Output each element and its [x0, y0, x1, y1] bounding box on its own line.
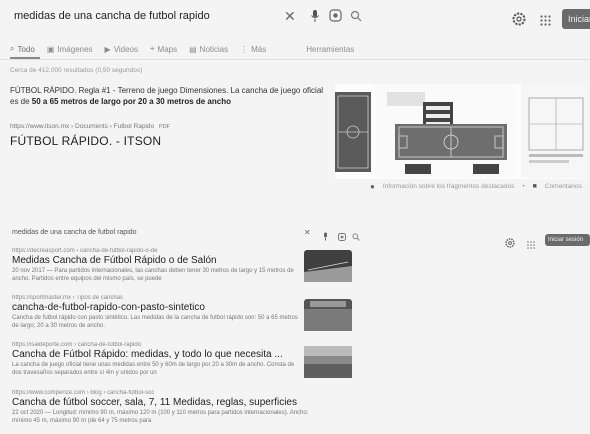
lens-icon[interactable]: [329, 9, 342, 27]
apps-grid-icon[interactable]: [527, 236, 535, 254]
news-icon: ▤: [189, 44, 197, 54]
settings-icon[interactable]: [512, 12, 526, 31]
search-result: https://www.compenze.com › blog › cancha…: [12, 390, 312, 425]
file-type-badge: PDF: [158, 124, 170, 130]
result-snippet: 20 nov 2017 — Para partidos internaciona…: [12, 268, 294, 282]
result-title-link[interactable]: Medidas Cancha de Fútbol Rápido o de Sal…: [12, 255, 302, 266]
result-stats: Cerca de 412.000 resultados (0,50 segund…: [10, 67, 143, 74]
search-tabs: ⌕ Todo ▣ Imágenes ▶ Videos ⌖ Maps ▤ Noticias …: [10, 44, 354, 54]
video-icon: ▶: [104, 44, 111, 54]
featured-images-panel[interactable]: [335, 84, 587, 179]
search-result: https://sportmaster.mx › Tipos de cancha…: [12, 295, 302, 330]
result-title-link[interactable]: Cancha de Fútbol Rápido: medidas, y todo…: [12, 349, 302, 360]
result-thumbnail[interactable]: [304, 250, 352, 282]
sign-in-button[interactable]: Iniciar sesión: [545, 234, 590, 246]
featured-snippet-text: FÚTBOL RÁPIDO. Regla #1 - Terreno de jue…: [10, 85, 330, 107]
microphone-icon[interactable]: [310, 9, 320, 28]
featured-snippet-footer: ● Información sobre los fragmentos desta…: [370, 182, 582, 191]
tab-videos[interactable]: ▶ Videos: [105, 44, 138, 54]
search-icon[interactable]: [352, 228, 360, 246]
result-url[interactable]: https://isaldeporte.com › cancha-de-futb…: [12, 342, 302, 348]
settings-icon[interactable]: [505, 235, 515, 253]
result-snippet: 22 oct 2020 — Longitud: mínimo 90 m, máx…: [12, 410, 309, 424]
info-icon[interactable]: ●: [370, 182, 375, 191]
tab-label: Maps: [157, 44, 178, 54]
tab-todo[interactable]: ⌕ Todo: [10, 44, 35, 54]
search-result: https://decreasport.com › cancha-de-futb…: [12, 248, 302, 283]
result-title-link[interactable]: FÚTBOL RÁPIDO. - ITSON: [10, 134, 161, 148]
clear-search-icon[interactable]: ✕: [284, 8, 296, 25]
tab-noticias[interactable]: ▤ Noticias: [189, 44, 228, 54]
result-url[interactable]: https://www.compenze.com › blog › cancha…: [12, 390, 312, 396]
result-snippet: Cancha de futbol rápido con pasto sintét…: [12, 315, 298, 329]
tab-label: Todo: [17, 44, 35, 54]
feedback-link[interactable]: Comentarios: [545, 183, 582, 190]
result-url[interactable]: https://www.itson.mx › Documents › Futbo…: [10, 123, 170, 130]
sign-in-label: Iniciar sesión: [548, 237, 584, 243]
map-pin-icon: ⌖: [150, 44, 155, 53]
tab-label: Más: [251, 44, 267, 54]
search-input[interactable]: medidas de una cancha de futbol rapido: [14, 10, 210, 22]
search-input[interactable]: medidas de una cancha de futbol rapido: [12, 229, 137, 236]
search-icon[interactable]: [350, 9, 362, 27]
tab-mas[interactable]: ⋮ Más: [240, 44, 266, 54]
microphone-icon[interactable]: [322, 228, 329, 246]
search-icon: ⌕: [10, 44, 15, 53]
search-result: https://isaldeporte.com › cancha-de-futb…: [12, 342, 302, 377]
tools-button[interactable]: Herramientas: [306, 44, 354, 54]
result-url[interactable]: https://decreasport.com › cancha-de-futb…: [12, 248, 302, 254]
result-title-link[interactable]: Cancha de fútbol soccer, sala, 7, 11 Med…: [12, 397, 312, 408]
result-url-text: https://www.itson.mx › Documents › Futbo…: [10, 123, 155, 130]
clear-search-icon[interactable]: ✕: [304, 228, 311, 237]
more-icon: ⋮: [240, 44, 249, 54]
tab-label: Videos: [113, 44, 139, 54]
tab-maps[interactable]: ⌖ Maps: [150, 44, 177, 54]
tools-label: Herramientas: [306, 44, 355, 54]
feedback-icon[interactable]: ■: [533, 183, 537, 190]
image-icon: ▣: [46, 44, 55, 54]
separator-dot: •: [522, 183, 525, 190]
result-url[interactable]: https://sportmaster.mx › Tipos de cancha…: [12, 295, 302, 301]
result-thumbnail[interactable]: [304, 299, 352, 331]
snippet-highlight: 50 a 65 metros de largo por 20 a 30 metr…: [31, 97, 231, 106]
tab-label: Imágenes: [57, 44, 93, 54]
lens-icon[interactable]: [338, 228, 346, 246]
divider: [0, 59, 590, 60]
result-thumbnail[interactable]: [304, 346, 352, 378]
tab-imagenes[interactable]: ▣ Imágenes: [47, 44, 93, 54]
snippet-info-link[interactable]: Información sobre los fragmentos destaca…: [383, 183, 515, 190]
result-title-link[interactable]: cancha-de-futbol-rapido-con-pasto-sintet…: [12, 302, 302, 313]
sign-in-button[interactable]: Iniciar: [562, 9, 590, 29]
tab-label: Noticias: [199, 44, 229, 54]
result-snippet: La cancha de juego oficial tiene unas me…: [12, 362, 295, 376]
apps-grid-icon[interactable]: [540, 13, 551, 31]
sign-in-label: Iniciar: [568, 14, 590, 24]
